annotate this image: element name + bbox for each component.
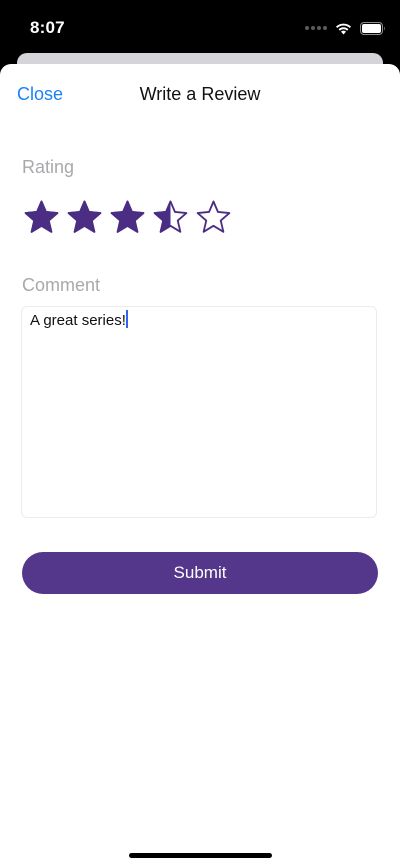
cellular-dots-icon — [305, 26, 327, 30]
star-filled-icon[interactable] — [66, 199, 103, 236]
status-time: 8:07 — [30, 18, 65, 37]
wifi-icon — [336, 23, 351, 34]
battery-icon — [360, 21, 385, 35]
comment-label: Comment — [22, 275, 101, 295]
review-sheet: Close Write a Review Rating Comment A gr… — [0, 64, 400, 867]
star-filled-icon[interactable] — [23, 199, 60, 236]
status-icons — [305, 20, 386, 36]
star-rating[interactable] — [23, 199, 232, 236]
star-half-icon[interactable] — [152, 199, 189, 236]
submit-button[interactable]: Submit — [22, 552, 378, 594]
comment-text: A great series! — [30, 312, 126, 329]
rating-label: Rating — [22, 157, 75, 177]
star-filled-icon[interactable] — [109, 199, 146, 236]
status-bar: 8:07 — [0, 0, 400, 52]
star-empty-icon[interactable] — [195, 199, 232, 236]
text-caret — [125, 310, 128, 328]
page-title: Write a Review — [139, 84, 261, 104]
nav-bar: Close Write a Review — [0, 64, 400, 124]
screen: 8:07 Close Write a Review Rating Comment… — [0, 0, 400, 867]
home-indicator — [129, 853, 272, 858]
comment-textarea[interactable]: A great series! — [21, 306, 377, 518]
comment-text-wrapper: A great series! — [30, 310, 128, 331]
